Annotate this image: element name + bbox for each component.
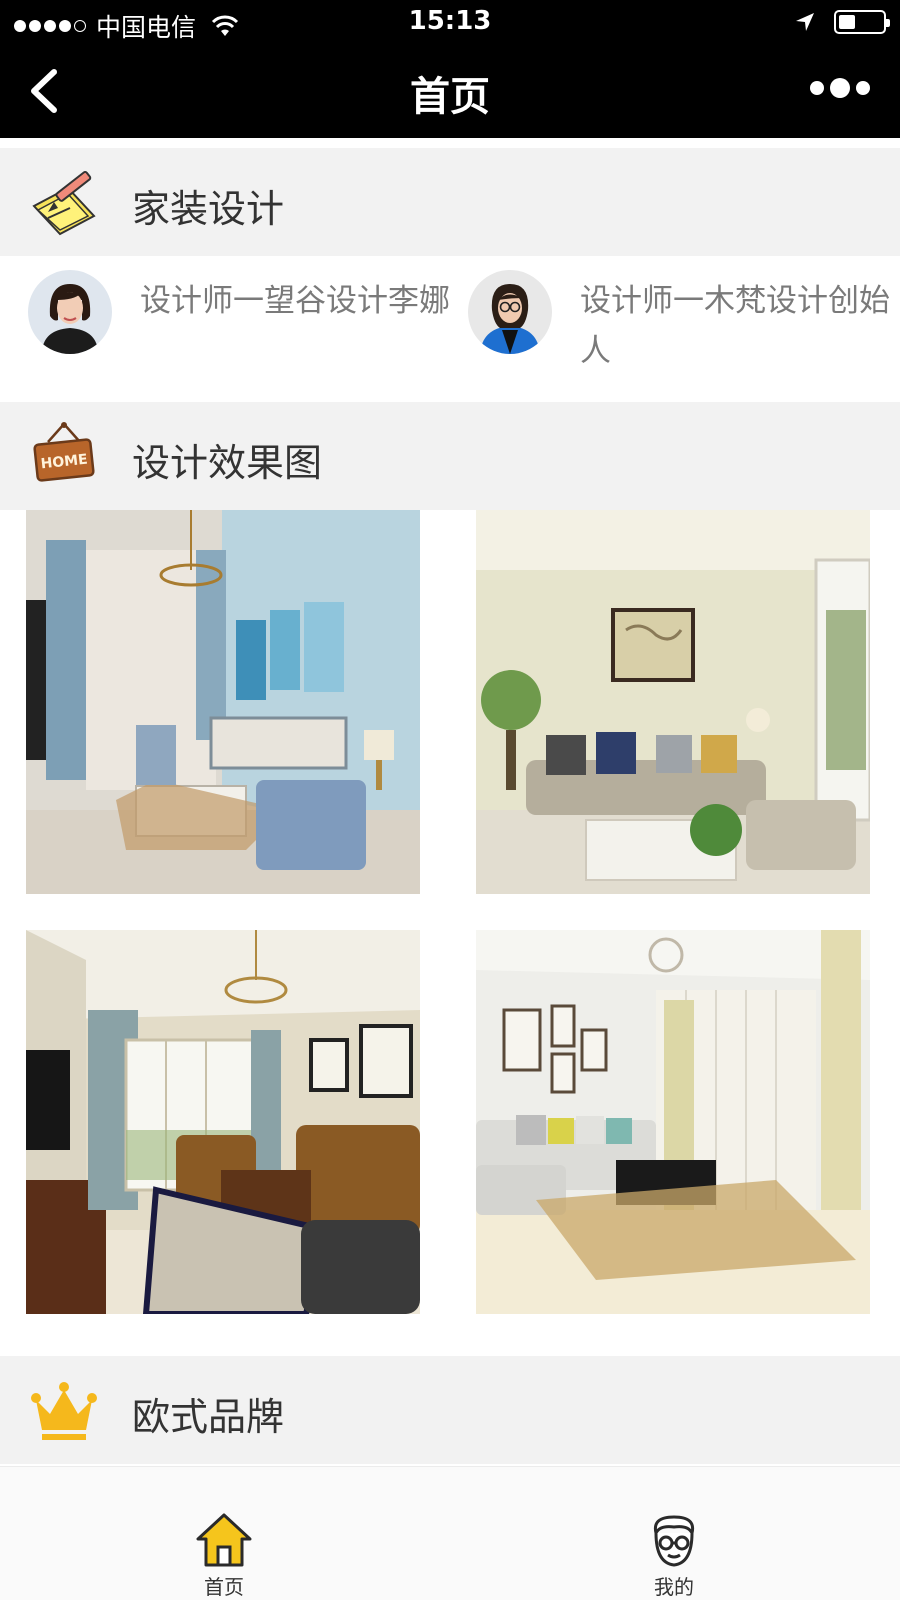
- home-tab-icon: [196, 1513, 252, 1567]
- designer-name: 设计师一望谷设计李娜: [140, 283, 450, 319]
- profile-tab-icon: [653, 1515, 695, 1567]
- designer-name: 设计师一木梵设计创始人: [580, 283, 890, 369]
- status-time: 15:13: [408, 6, 492, 36]
- page-title: 首页: [410, 74, 490, 120]
- divider: [0, 138, 900, 148]
- section-european-brand[interactable]: 欧式品牌: [0, 1356, 900, 1464]
- rendering-image: [476, 510, 870, 894]
- rendering-white-living-room[interactable]: [476, 930, 870, 1314]
- rendering-blue-living-room[interactable]: [26, 510, 420, 894]
- section-title: 家装设计: [132, 187, 285, 231]
- rendering-beige-living-room[interactable]: [476, 510, 870, 894]
- rendering-image: [26, 930, 420, 1314]
- designer-card[interactable]: 设计师一木梵设计创始人: [468, 258, 900, 398]
- tab-profile[interactable]: 我的: [574, 1467, 774, 1600]
- home-sign-icon: HOME: [33, 422, 95, 482]
- rendering-classic-living-room[interactable]: [26, 930, 420, 1314]
- section-home-design[interactable]: 家装设计: [0, 148, 900, 256]
- section-renderings[interactable]: HOME 设计效果图: [0, 402, 900, 510]
- designer-card[interactable]: 设计师一望谷设计李娜: [28, 258, 468, 398]
- battery-icon: [834, 10, 890, 34]
- designer-avatar-2: [468, 270, 552, 354]
- tab-home[interactable]: 首页: [124, 1467, 324, 1600]
- designer-avatar-1: [28, 270, 112, 354]
- section-title: 设计效果图: [132, 441, 323, 485]
- rendering-image: [476, 930, 870, 1314]
- navigation-bar: 首页: [0, 44, 900, 138]
- location-arrow-icon: [796, 13, 814, 31]
- more-options-icon[interactable]: [810, 78, 870, 98]
- pencil-note-icon: [32, 170, 96, 236]
- rendering-image: [26, 510, 420, 894]
- status-bar: 中国电信 15:13: [0, 0, 900, 44]
- section-title: 欧式品牌: [132, 1395, 285, 1439]
- tab-label: 我的: [654, 1575, 694, 1599]
- tab-label: 首页: [204, 1575, 244, 1599]
- crown-icon: [31, 1382, 97, 1440]
- tab-bar: 首页 我的: [0, 1466, 900, 1600]
